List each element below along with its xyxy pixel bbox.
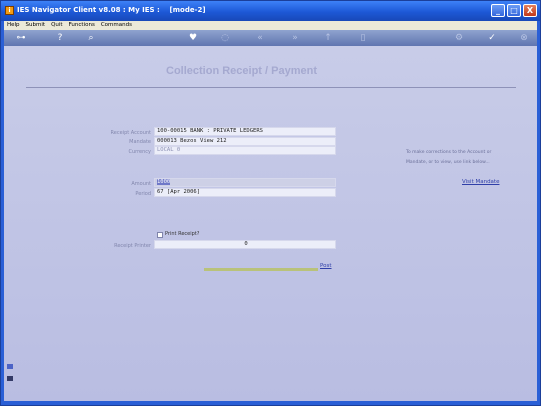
- receipt-account-field[interactable]: 100-00015 BANK : PRIVATE LEDGERS: [154, 127, 336, 136]
- maximize-button[interactable]: □: [507, 4, 521, 17]
- rewind-icon[interactable]: «: [253, 31, 267, 45]
- print-receipt-label: Print Receipt?: [165, 231, 200, 237]
- receipt-printer-field[interactable]: 0: [154, 240, 336, 249]
- close-button[interactable]: X: [523, 4, 537, 17]
- form-panel: Collection Receipt / Payment Receipt Acc…: [4, 46, 537, 401]
- amount-value: 1000: [157, 179, 171, 185]
- delete-icon[interactable]: ▯: [356, 31, 370, 45]
- window-controls: _ □ X: [491, 4, 537, 17]
- currency-field[interactable]: LOCAL 0: [154, 146, 336, 155]
- hint-line-1: To make corrections to the Account or: [406, 150, 492, 155]
- toolbar: ⊶ ? ⌕ ♥ ◌ « » ↑ ▯ ⚙ ✓ ⊗: [4, 30, 537, 46]
- up-icon[interactable]: ↑: [321, 31, 335, 45]
- amount-label: Amount: [131, 181, 151, 187]
- period-label: Period: [135, 191, 151, 197]
- app-window: i IES Navigator Client v8.08 : My IES : …: [0, 0, 541, 406]
- receipt-account-label: Receipt Account: [110, 130, 151, 136]
- post-indicator: [204, 268, 318, 271]
- menu-functions[interactable]: Functions: [69, 21, 95, 30]
- check-icon[interactable]: ✓: [485, 31, 499, 45]
- key-icon[interactable]: ⊶: [14, 31, 28, 45]
- post-button[interactable]: Post: [320, 263, 332, 269]
- receipt-printer-label: Receipt Printer: [114, 243, 151, 249]
- page-title: Collection Receipt / Payment: [166, 65, 317, 77]
- help-icon[interactable]: ?: [53, 31, 67, 45]
- menu-submit[interactable]: Submit: [26, 21, 46, 30]
- menu-bar: Help Submit Quit Functions Commands: [4, 21, 537, 30]
- sidebar-marker: [7, 376, 13, 381]
- currency-label: Currency: [128, 149, 151, 155]
- mandate-label: Mandate: [129, 139, 151, 145]
- period-field[interactable]: 67 [Apr 2006]: [154, 188, 336, 197]
- mandate-field[interactable]: 000013 Bezos View 212: [154, 137, 336, 146]
- window-title: IES Navigator Client v8.08 : My IES : [m…: [17, 6, 206, 14]
- amount-field[interactable]: 1000: [154, 178, 336, 187]
- minimize-button[interactable]: _: [491, 4, 505, 17]
- print-receipt-checkbox[interactable]: [157, 232, 163, 238]
- menu-commands[interactable]: Commands: [101, 21, 132, 30]
- app-logo-icon: i: [5, 6, 14, 15]
- refresh-icon[interactable]: ◌: [218, 31, 232, 45]
- menu-help[interactable]: Help: [7, 21, 20, 30]
- visit-mandate-link[interactable]: Visit Mandate: [462, 179, 499, 185]
- sidebar-marker: [7, 364, 13, 369]
- close-icon[interactable]: ⊗: [517, 31, 531, 45]
- title-bar[interactable]: i IES Navigator Client v8.08 : My IES : …: [1, 1, 540, 21]
- menu-quit[interactable]: Quit: [51, 21, 63, 30]
- search-icon[interactable]: ⌕: [84, 31, 98, 45]
- heart-icon[interactable]: ♥: [186, 31, 200, 45]
- hint-line-2: Mandate, or to view, use link below...: [406, 160, 490, 165]
- settings-icon[interactable]: ⚙: [452, 31, 466, 45]
- title-divider: [26, 87, 516, 88]
- forward-icon[interactable]: »: [288, 31, 302, 45]
